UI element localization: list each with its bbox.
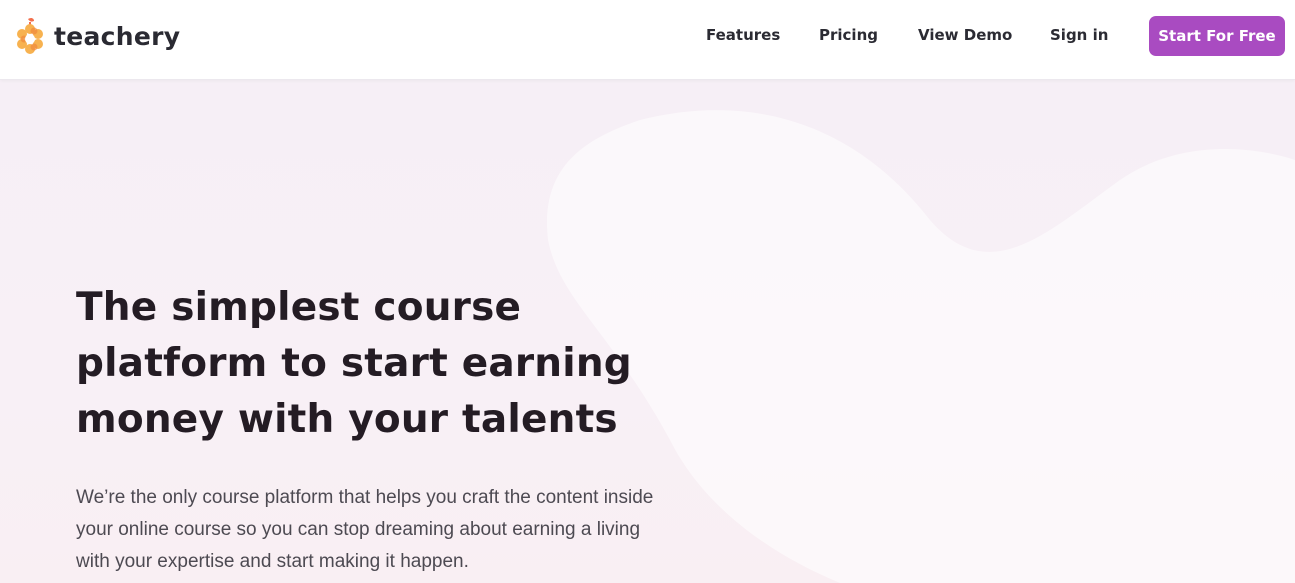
brand-name: teachery (54, 21, 181, 51)
flower-logo-icon (17, 17, 43, 54)
site-header: teachery Features Pricing View Demo Sign… (0, 0, 1295, 80)
brand-logo-link[interactable]: teachery (14, 14, 180, 58)
nav-link-features[interactable]: Features (706, 0, 780, 70)
hero-section: The simplest course platform to start ea… (0, 80, 1295, 583)
start-for-free-button[interactable]: Start For Free (1149, 16, 1285, 56)
nav-link-pricing[interactable]: Pricing (819, 0, 878, 70)
nav-link-view-demo[interactable]: View Demo (918, 0, 1012, 70)
nav-link-sign-in[interactable]: Sign in (1050, 0, 1108, 70)
hero-description: We’re the only course platform that help… (76, 487, 654, 572)
hero-title: The simplest course platform to start ea… (76, 285, 632, 442)
